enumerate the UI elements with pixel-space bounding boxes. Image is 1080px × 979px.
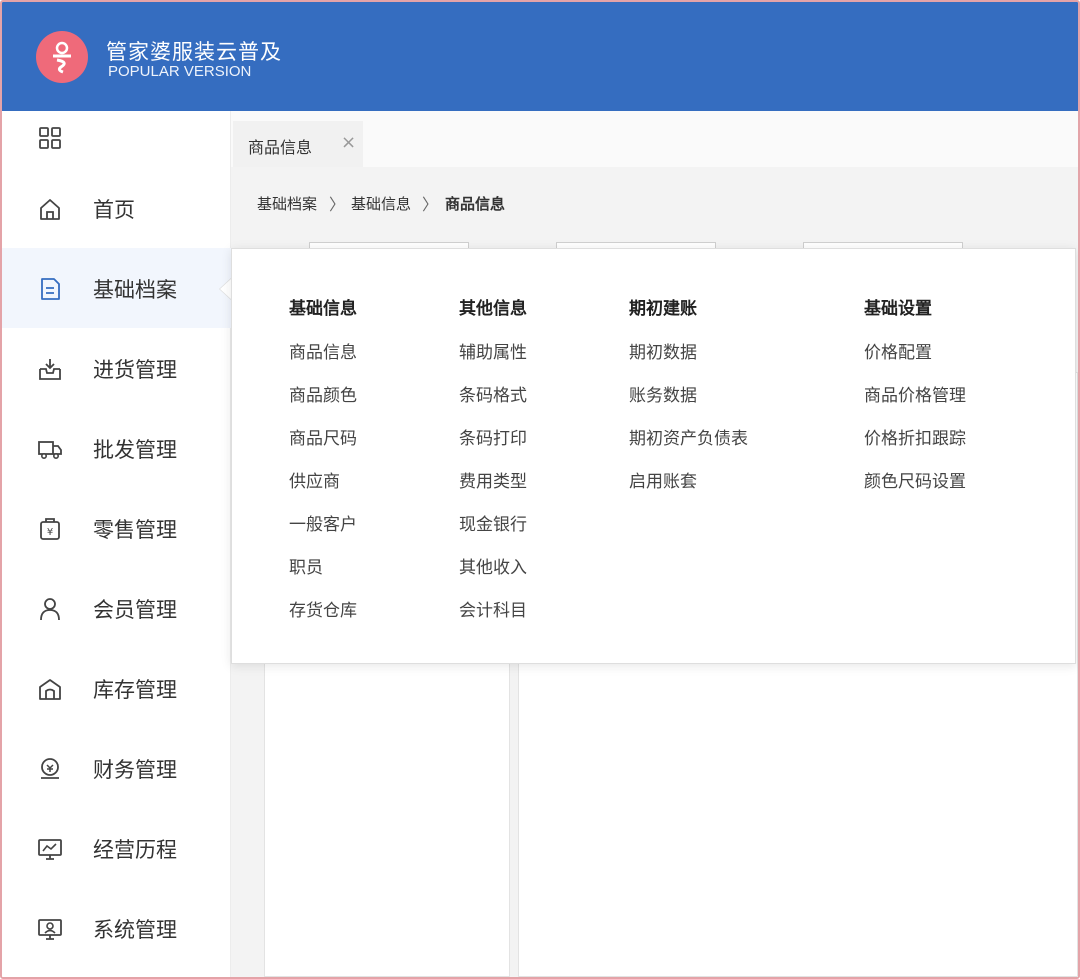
finance-icon	[41, 758, 59, 779]
app-subtitle: POPULAR VERSION	[108, 63, 252, 80]
menu-item[interactable]: 价格配置	[864, 341, 966, 384]
menu-item[interactable]: 启用账套	[629, 470, 748, 513]
menu-item[interactable]: 商品尺码	[289, 427, 357, 470]
sidebar-item-wholesale[interactable]: 批发管理	[2, 408, 231, 488]
app-window: 管家婆服装云普及 POPULAR VERSION 首页 基础档案 进货管理 批发…	[0, 0, 1080, 979]
breadcrumb-item[interactable]: 基础信息	[351, 193, 411, 214]
document-icon	[41, 278, 60, 300]
breadcrumb-separator: 〉	[422, 195, 439, 214]
app-title: 管家婆服装云普及	[106, 40, 282, 64]
sidebar-item-member[interactable]: 会员管理	[2, 568, 231, 648]
sidebar-item-label: 库存管理	[93, 678, 177, 702]
menu-item[interactable]: 商品价格管理	[864, 384, 966, 427]
sidebar-item-retail[interactable]: ¥ 零售管理	[2, 488, 231, 568]
menu-item[interactable]: 职员	[289, 556, 357, 599]
menu-item[interactable]: 会计科目	[459, 599, 527, 642]
menu-item[interactable]: 期初数据	[629, 341, 748, 384]
breadcrumb: 基础档案 〉 基础信息 〉 商品信息	[231, 167, 1078, 231]
app-grid-icon[interactable]	[38, 126, 62, 150]
truck-icon	[38, 441, 62, 459]
menu-item[interactable]: 现金银行	[459, 513, 527, 556]
warehouse-icon	[39, 679, 61, 700]
system-monitor-icon	[38, 919, 62, 940]
top-header: 管家婆服装云普及 POPULAR VERSION	[2, 2, 1078, 111]
menu-column-basic-settings: 基础设置 价格配置 商品价格管理 价格折扣跟踪 颜色尺码设置	[864, 297, 966, 513]
sidebar-item-label: 经营历程	[93, 838, 177, 862]
svg-text:¥: ¥	[47, 527, 53, 538]
sidebar-item-inventory[interactable]: 库存管理	[2, 648, 231, 728]
menu-column-title: 基础设置	[864, 299, 932, 319]
close-icon[interactable]: ×	[341, 132, 356, 153]
menu-item[interactable]: 存货仓库	[289, 599, 357, 642]
sidebar-item-label: 财务管理	[93, 758, 177, 782]
sidebar-item-label: 基础档案	[93, 278, 177, 302]
sidebar-item-label: 首页	[93, 198, 135, 222]
logo-glyph-icon	[53, 41, 71, 74]
tab-label: 商品信息	[248, 138, 313, 157]
sidebar-item-label: 会员管理	[93, 598, 177, 622]
sidebar-item-label: 系统管理	[93, 918, 177, 942]
menu-item[interactable]: 其他收入	[459, 556, 527, 599]
brand-logo[interactable]	[36, 31, 88, 83]
menu-column-opening-accounts: 期初建账 期初数据 账务数据 期初资产负债表 启用账套	[629, 297, 748, 513]
sidebar-item-purchase[interactable]: 进货管理	[2, 328, 231, 408]
sidebar-item-system[interactable]: 系统管理	[2, 888, 231, 968]
menu-item[interactable]: 颜色尺码设置	[864, 470, 966, 513]
menu-item[interactable]: 一般客户	[289, 513, 357, 556]
menu-item[interactable]: 期初资产负债表	[629, 427, 748, 470]
sidebar-item-business-history[interactable]: 经营历程	[2, 808, 231, 888]
sidebar-item-basic-archive[interactable]: 基础档案	[2, 248, 231, 328]
sidebar-item-finance[interactable]: 财务管理	[2, 728, 231, 808]
menu-item[interactable]: 条码打印	[459, 427, 527, 470]
menu-column-basic-info: 基础信息 商品信息 商品颜色 商品尺码 供应商 一般客户 职员 存货仓库	[289, 297, 357, 642]
chart-monitor-icon	[38, 839, 62, 860]
menu-item[interactable]: 商品颜色	[289, 384, 357, 427]
menu-item[interactable]: 价格折扣跟踪	[864, 427, 966, 470]
sidebar-item-home[interactable]: 首页	[2, 168, 231, 248]
user-icon	[40, 598, 60, 621]
menu-item[interactable]: 商品信息	[289, 341, 357, 384]
menu-column-other-info: 其他信息 辅助属性 条码格式 条码打印 费用类型 现金银行 其他收入 会计科目	[459, 297, 527, 642]
menu-column-title: 其他信息	[459, 299, 527, 319]
menu-item[interactable]: 账务数据	[629, 384, 748, 427]
yen-bag-icon: ¥	[40, 518, 60, 540]
breadcrumb-separator: 〉	[329, 195, 346, 214]
breadcrumb-item[interactable]: 基础档案	[257, 193, 317, 214]
sidebar-item-label: 进货管理	[93, 358, 177, 382]
menu-item[interactable]: 费用类型	[459, 470, 527, 513]
menu-column-title: 期初建账	[629, 299, 697, 319]
sidebar-item-label: 批发管理	[93, 438, 177, 462]
menu-item[interactable]: 供应商	[289, 470, 357, 513]
basic-archive-menu: 基础信息 商品信息 商品颜色 商品尺码 供应商 一般客户 职员 存货仓库 其他信…	[231, 248, 1076, 664]
tab-bar: 商品信息 ×	[231, 111, 1078, 167]
sidebar-item-label: 零售管理	[93, 518, 177, 542]
home-icon	[40, 199, 60, 220]
breadcrumb-current: 商品信息	[445, 195, 506, 213]
menu-item[interactable]: 条码格式	[459, 384, 527, 427]
sidebar: 首页 基础档案 进货管理 批发管理 ¥ 零售管理 会员管理 库存管理 财务管理 …	[2, 111, 231, 977]
inbox-download-icon	[39, 359, 61, 380]
menu-column-title: 基础信息	[289, 299, 357, 319]
tab-product-info[interactable]: 商品信息 ×	[233, 121, 363, 167]
menu-item[interactable]: 辅助属性	[459, 341, 527, 384]
